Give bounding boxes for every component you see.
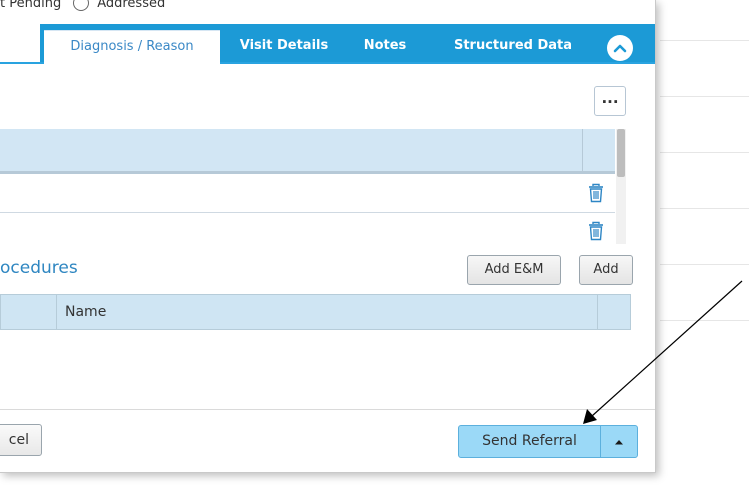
status-radio-pending-label[interactable]: t Pending	[0, 0, 61, 11]
status-radio-group: t Pending Addressed	[0, 0, 165, 12]
tab-bar: Diagnosis / Reason Visit Details Notes S…	[0, 22, 655, 65]
send-referral-button[interactable]: Send Referral	[459, 426, 601, 457]
add-procedure-button[interactable]: Add	[579, 255, 633, 285]
trash-icon[interactable]	[587, 183, 605, 203]
scrollbar-thumb[interactable]	[617, 129, 625, 177]
column-separator	[582, 129, 583, 171]
trash-icon[interactable]	[587, 221, 605, 241]
background-divider	[660, 320, 749, 321]
tab-visit-details[interactable]: Visit Details	[232, 30, 336, 62]
procedures-grid-header: Name	[0, 294, 631, 330]
collapse-button[interactable]	[607, 35, 633, 61]
diagnosis-grid-scrollbar[interactable]	[616, 129, 626, 244]
referral-dialog: t Pending Addressed Diagnosis / Reason V…	[0, 0, 656, 473]
table-row	[0, 174, 615, 213]
table-row	[0, 213, 615, 244]
cancel-button[interactable]: cel	[0, 424, 42, 456]
more-options-button[interactable]: ...	[594, 86, 626, 116]
column-separator	[597, 295, 598, 329]
procedures-section: ocedures Add E&M Add Name	[0, 244, 655, 454]
tab-notes[interactable]: Notes	[359, 30, 411, 62]
footer-divider	[0, 409, 655, 410]
status-radio-addressed[interactable]	[73, 0, 90, 11]
background-divider	[660, 152, 749, 153]
cancel-button-label: cel	[8, 432, 29, 448]
chevron-up-icon	[613, 44, 627, 53]
diagnosis-grid	[0, 129, 626, 244]
status-radio-addressed-label[interactable]: Addressed	[97, 0, 165, 11]
background-divider	[660, 208, 749, 209]
background-divider	[660, 96, 749, 97]
send-referral-split-button[interactable]: Send Referral	[458, 425, 638, 458]
send-referral-dropdown-button[interactable]	[601, 426, 637, 457]
column-header-name[interactable]: Name	[65, 295, 106, 329]
tab-structured-data[interactable]: Structured Data	[442, 30, 584, 62]
add-em-button[interactable]: Add E&M	[467, 255, 561, 285]
background-divider	[660, 40, 749, 41]
procedures-title: ocedures	[0, 258, 78, 278]
column-separator	[56, 295, 57, 329]
diagnosis-grid-header	[0, 129, 615, 174]
tab-diagnosis-reason[interactable]: Diagnosis / Reason	[44, 30, 220, 65]
background-divider	[660, 264, 749, 265]
caret-up-icon	[615, 439, 623, 444]
